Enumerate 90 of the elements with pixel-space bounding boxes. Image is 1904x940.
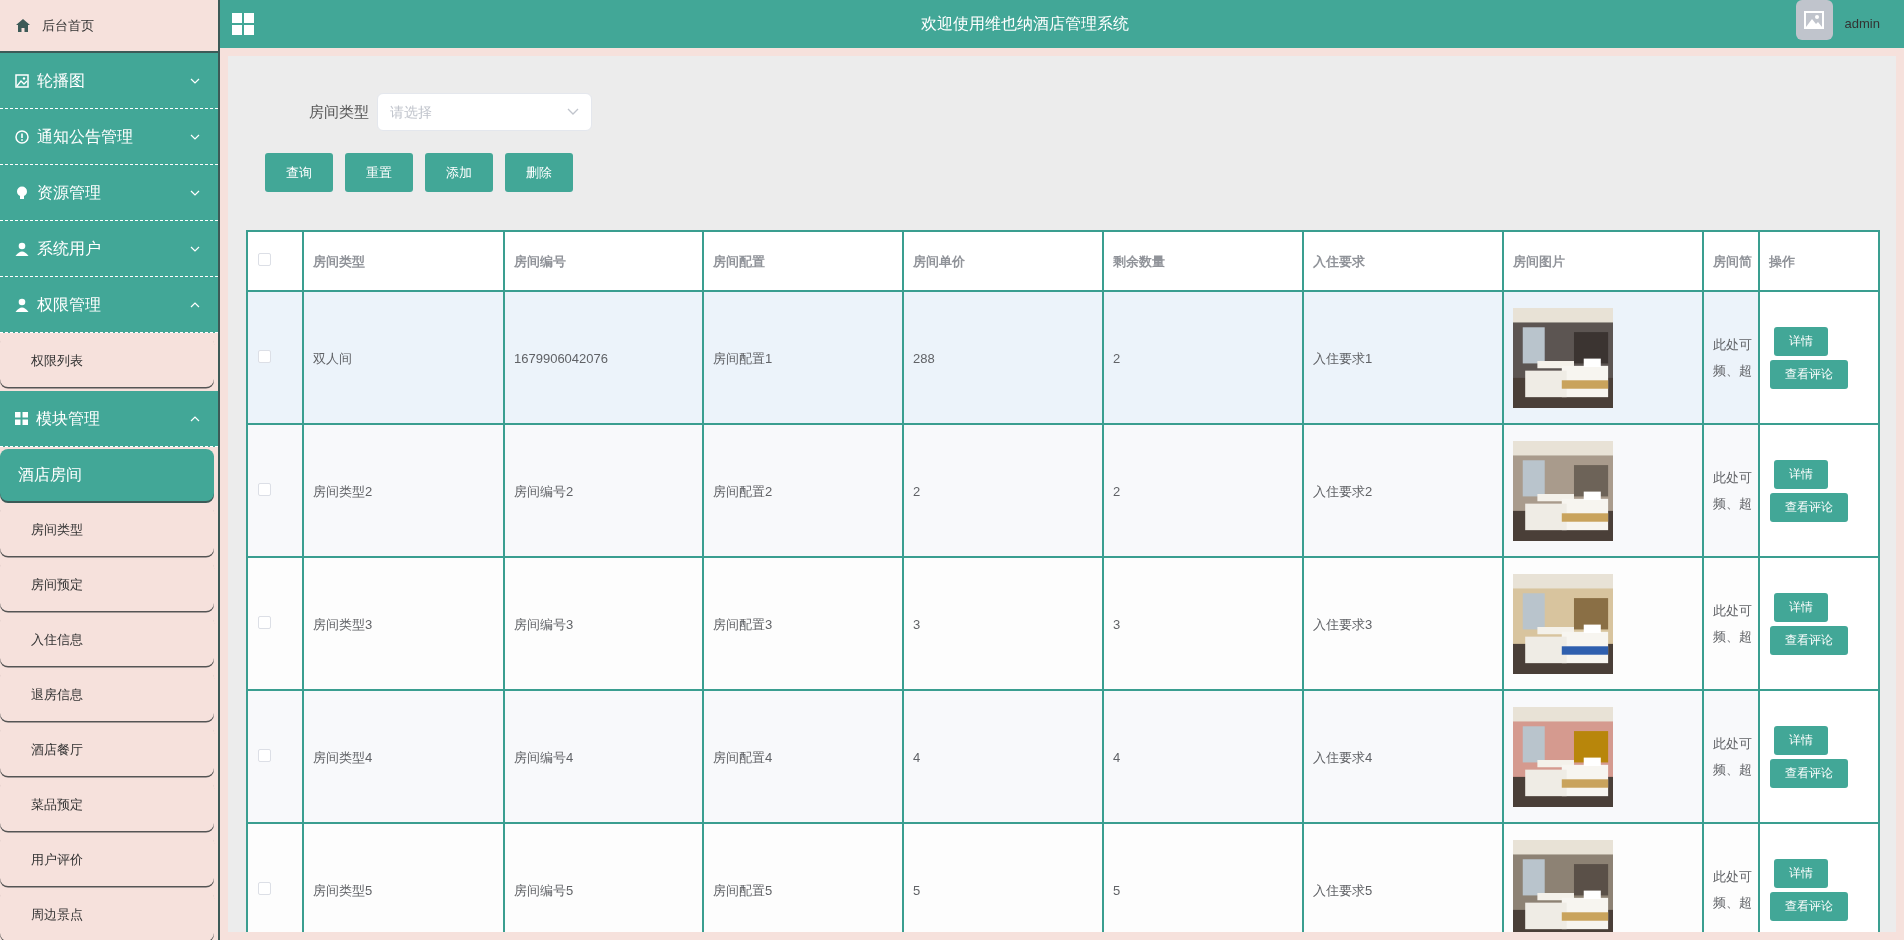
view-comments-button[interactable]: 查看评论 [1770, 625, 1848, 655]
filter-label: 房间类型 [309, 101, 369, 122]
image-icon [15, 73, 29, 88]
table-cell: 288 [913, 350, 935, 366]
table-cell-text: 频、超 [1713, 627, 1753, 646]
menu-grid-icon[interactable] [232, 13, 254, 35]
table-cell: 房间编号4 [514, 749, 574, 765]
table-cell: 2 [1113, 350, 1121, 366]
user-icon [15, 297, 29, 312]
sidebar-menu[interactable]: 轮播图 [0, 53, 218, 109]
details-button[interactable]: 详情 [1774, 592, 1828, 622]
table-cell: 入住要求3 [1313, 616, 1373, 632]
table-cell-text: 频、超 [1713, 361, 1753, 380]
details-button[interactable]: 详情 [1774, 326, 1828, 356]
username[interactable]: admin [1844, 14, 1880, 34]
table-cell: 房间类型5 [313, 882, 373, 898]
sidebar-menu[interactable]: 模块管理 [0, 391, 218, 447]
column-header: 房间单价 [913, 254, 965, 269]
checkbox[interactable] [258, 615, 271, 629]
table-cell: 2 [1113, 483, 1121, 499]
sidebar-menu[interactable]: 资源管理 [0, 165, 218, 221]
table-cell: 3 [1113, 616, 1121, 632]
table-cell: 3 [913, 616, 921, 632]
table-cell: 房间编号2 [514, 483, 574, 499]
checkbox[interactable] [258, 253, 271, 266]
table-cell: 房间配置5 [713, 882, 773, 898]
sidebar-menu[interactable]: 系统用户 [0, 221, 218, 277]
table-cell-text: 频、超 [1713, 494, 1753, 513]
table-cell: 房间编号3 [514, 616, 574, 632]
table-cell-text: 此处可 [1713, 469, 1753, 487]
table-cell: 房间配置4 [713, 749, 773, 765]
table-cell: 入住要求5 [1313, 882, 1373, 898]
table-cell: 房间配置1 [713, 350, 773, 366]
sidebar-menu[interactable]: 通知公告管理 [0, 109, 218, 165]
table-cell: 房间类型3 [313, 616, 373, 632]
table-cell: 入住要求1 [1313, 350, 1373, 366]
room-type-select[interactable]: 请选择 [377, 93, 592, 131]
checkbox[interactable] [258, 748, 271, 762]
table-cell: 4 [913, 749, 921, 765]
toolbar-button[interactable]: 添加 [425, 153, 493, 192]
toolbar-button[interactable]: 删除 [505, 153, 573, 192]
system-title: 欢迎使用维也纳酒店管理系统 [920, 14, 1129, 34]
column-header: 房间简 [1713, 254, 1752, 269]
avatar-placeholder-icon[interactable] [1795, 0, 1833, 40]
toolbar-button[interactable]: 重置 [345, 153, 413, 192]
table-cell-text: 此处可 [1713, 602, 1753, 620]
column-header: 入住要求 [1313, 254, 1365, 269]
bulb-icon [15, 185, 29, 200]
table-cell: 房间配置3 [713, 616, 773, 632]
table-cell: 5 [1113, 882, 1121, 898]
sidebar-submenu-item[interactable]: 酒店房间 [0, 449, 214, 501]
column-header: 房间类型 [313, 254, 365, 269]
toolbar-button[interactable]: 查询 [265, 153, 333, 192]
chevron-down-icon [567, 108, 579, 116]
table-cell: 双人间 [313, 350, 352, 366]
sidebar-menu[interactable]: 权限管理 [0, 277, 218, 333]
table-cell: 2 [913, 483, 921, 499]
home-icon [16, 19, 30, 32]
table-cell: 入住要求2 [1313, 483, 1373, 499]
view-comments-button[interactable]: 查看评论 [1770, 359, 1848, 389]
table-cell: 入住要求4 [1313, 749, 1373, 765]
column-header: 操作 [1769, 254, 1795, 269]
table-cell-text: 频、超 [1713, 760, 1753, 779]
table-cell: 房间配置2 [713, 483, 773, 499]
table-cell-text: 此处可 [1713, 868, 1753, 886]
grid-icon [15, 412, 28, 425]
details-button[interactable]: 详情 [1774, 725, 1828, 755]
view-comments-button[interactable]: 查看评论 [1770, 758, 1848, 788]
checkbox[interactable] [258, 881, 271, 895]
table-cell: 1679906042076 [514, 350, 608, 366]
details-button[interactable]: 详情 [1774, 459, 1828, 489]
table-cell: 房间编号5 [514, 882, 574, 898]
user-icon [15, 241, 29, 256]
table-cell: 4 [1113, 749, 1121, 765]
checkbox[interactable] [258, 349, 271, 363]
table-cell-text: 此处可 [1713, 735, 1753, 753]
details-button[interactable]: 详情 [1774, 858, 1828, 888]
table-cell-text: 频、超 [1713, 893, 1753, 912]
column-header: 房间配置 [713, 254, 765, 269]
view-comments-button[interactable]: 查看评论 [1770, 492, 1848, 522]
view-comments-button[interactable]: 查看评论 [1770, 891, 1848, 921]
column-header: 剩余数量 [1113, 254, 1165, 269]
checkbox[interactable] [258, 482, 271, 496]
table-cell: 房间类型2 [313, 483, 373, 499]
table-cell: 5 [913, 882, 921, 898]
column-header: 房间编号 [514, 254, 566, 269]
table-cell: 房间类型4 [313, 749, 373, 765]
alert-circle-icon [15, 129, 29, 144]
table-cell-text: 此处可 [1713, 336, 1753, 354]
column-header: 房间图片 [1513, 254, 1565, 269]
